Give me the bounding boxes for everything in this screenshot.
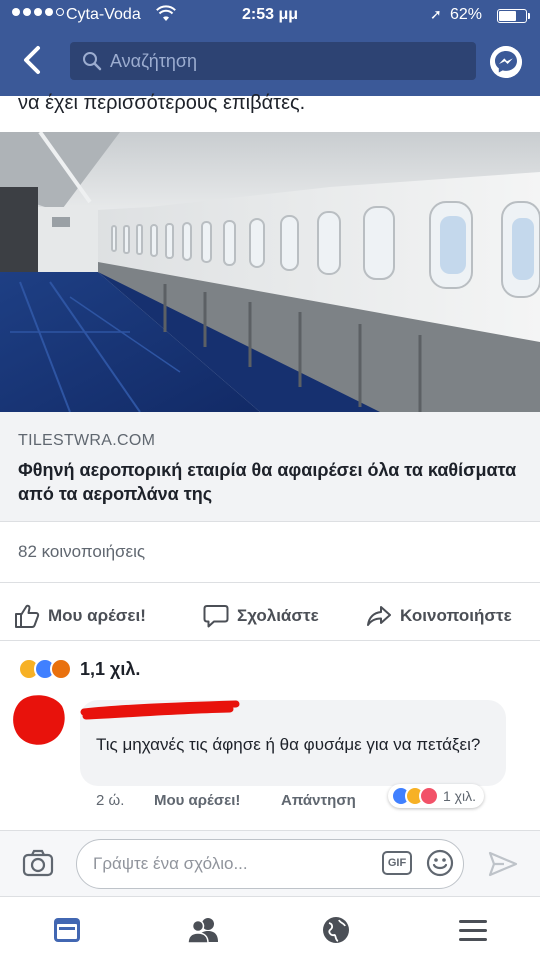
like-button[interactable]: Μου αρέσει! [14,592,146,640]
comment-text: Τις μηχανές τις άφησε ή θα φυσάμε για να… [96,735,481,754]
reaction-count: 1,1 χιλ. [80,658,141,679]
comment-reaction-summary[interactable]: 1 χιλ. [388,784,485,808]
comment-label: Σχολιάστε [237,606,319,625]
share-label: Κοινοποιήστε [400,606,512,625]
share-count[interactable]: 82 κοινοποιήσεις [18,542,145,562]
post-text: να έχει περισσότερους επιβάτες. [18,92,306,114]
thumbs-up-icon [15,604,40,628]
back-chevron-icon[interactable] [16,40,50,80]
comment-button[interactable]: Σχολιάστε [203,592,319,640]
battery-icon [497,9,530,23]
reaction-summary[interactable]: 1,1 χιλ. [18,656,140,682]
link-preview-image[interactable] [0,132,540,412]
redacted-commenter-name [80,700,240,720]
comment-like-link[interactable]: Μου αρέσει! [154,792,240,809]
sticker-smiley-icon[interactable] [426,849,454,877]
send-icon[interactable] [488,851,518,877]
redacted-avatar [13,695,65,745]
news-feed-tab-icon[interactable] [52,915,82,945]
link-domain: TILESTWRA.COM [18,432,156,449]
friends-tab-icon[interactable] [186,915,220,945]
comment-composer: Γράψτε ένα σχόλιο... GIF [0,830,540,896]
comment-input-placeholder: Γράψτε ένα σχόλιο... [93,854,248,873]
share-button[interactable]: Κοινοποιήστε [366,592,512,640]
share-arrow-icon [367,606,391,626]
bottom-tab-bar [0,896,540,960]
messenger-icon[interactable] [490,46,522,78]
post-actions: Μου αρέσει! Σχολιάστε Κοινοποιήστε [0,592,540,640]
divider [0,640,540,641]
comment-reply-link[interactable]: Απάντηση [281,792,356,809]
link-preview[interactable]: TILESTWRA.COM Φθηνή αεροπορική εταιρία θ… [0,412,540,522]
battery-percent: 62% [450,6,483,23]
link-headline: Φθηνή αεροπορική εταιρία θα αφαιρέσει όλ… [18,460,517,504]
notifications-globe-icon[interactable] [321,915,351,945]
status-bar: Cyta-Voda 2:53 μμ ➚ 62% [0,0,540,32]
menu-hamburger-icon[interactable] [458,915,488,945]
divider [0,582,540,583]
search-icon [83,52,102,71]
gif-button[interactable]: GIF [382,851,412,875]
search-input[interactable]: Αναζήτηση [70,42,476,80]
comment-timestamp: 2 ώ. [96,792,125,809]
like-label: Μου αρέσει! [48,606,146,625]
search-placeholder: Αναζήτηση [110,51,197,71]
location-arrow-icon: ➚ [430,6,442,22]
post-card: να έχει περισσότερους επιβάτες. TILESTWR… [0,92,540,830]
comment-reaction-count: 1 χιλ. [443,788,477,804]
comment-bubble-icon [203,605,229,628]
angry-reaction-icon [50,658,72,680]
top-navigation-bar: Cyta-Voda 2:53 μμ ➚ 62% Αναζήτηση [0,0,540,96]
love-reaction-icon [419,786,439,806]
camera-icon[interactable] [22,849,54,877]
